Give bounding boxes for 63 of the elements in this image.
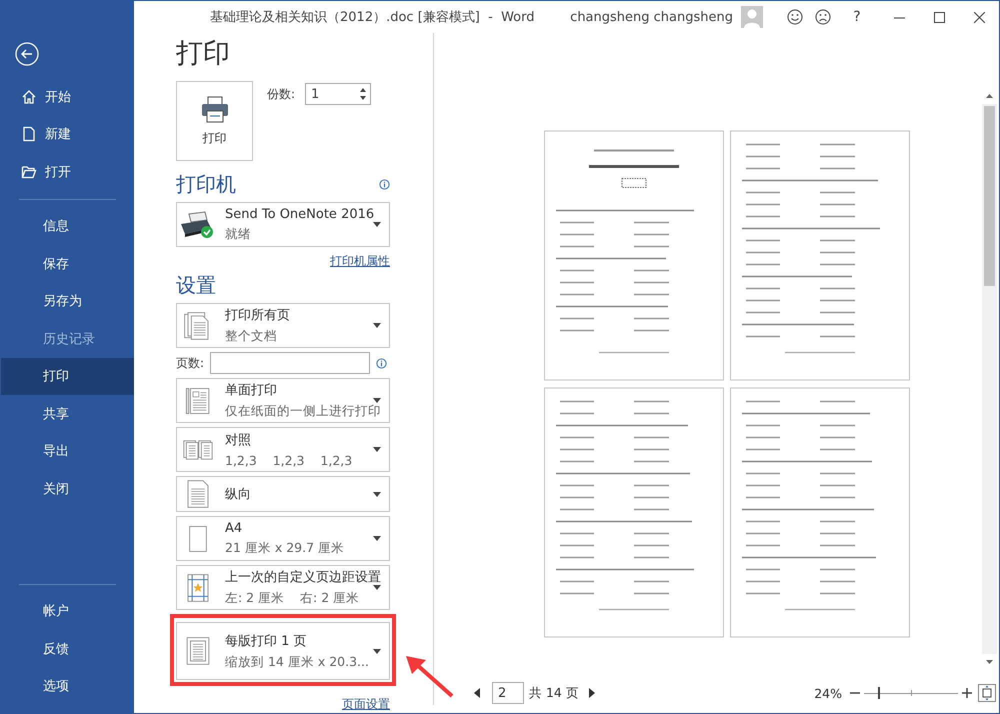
settings-dropdown[interactable]: 对照 1,2,3 1,2,3 1,2,3 xyxy=(176,427,390,472)
sidebar-item[interactable]: 帐户 xyxy=(1,592,134,630)
settings-dropdown[interactable]: 单面打印 仅在纸面的一侧上进行打印 xyxy=(176,378,390,423)
document-icon xyxy=(21,126,37,142)
pages-input-field[interactable] xyxy=(210,352,370,374)
sidebar-item[interactable]: 新建 xyxy=(45,125,71,144)
back-icon[interactable] xyxy=(15,42,39,66)
zoom-to-page-icon[interactable] xyxy=(978,684,996,702)
sidebar-item[interactable]: 反馈 xyxy=(1,630,134,668)
sidebar-item[interactable]: 打开 xyxy=(45,162,71,181)
print-button[interactable]: 打印 xyxy=(176,81,253,161)
zoom-slider[interactable] xyxy=(864,687,958,699)
settings-dropdown[interactable]: 打印所有页 整个文档 xyxy=(176,303,390,348)
next-page-icon[interactable] xyxy=(588,688,595,698)
settings-heading: 设置 xyxy=(176,272,217,299)
sidebar-item[interactable]: 打印 xyxy=(1,358,134,395)
printer-icon xyxy=(200,96,230,124)
zoom-in-icon[interactable] xyxy=(962,688,972,698)
printer-properties-link[interactable]: 打印机属性 xyxy=(330,253,390,270)
sidebar-item[interactable]: 信息 xyxy=(1,208,134,245)
dropdown-caret-icon xyxy=(373,323,381,328)
settings-dropdown[interactable]: 每版打印 1 页 缩放到 14 厘米 x 20.3... xyxy=(176,622,390,680)
zoom-percent: 24% xyxy=(814,686,842,700)
printer-heading: 打印机 xyxy=(176,171,236,198)
dropdown-caret-icon xyxy=(373,585,381,590)
printer-dropdown[interactable]: Send To OneNote 2016 就绪 xyxy=(176,202,390,247)
settings-dropdown[interactable]: A4 21 厘米 x 29.7 厘米 xyxy=(176,516,390,561)
smiley-icon[interactable] xyxy=(787,9,803,25)
dropdown-caret-icon xyxy=(373,222,381,227)
sidebar-item[interactable]: 另存为 xyxy=(1,282,134,320)
dropdown-caret-icon xyxy=(373,492,381,496)
page-total: 共 14 页 xyxy=(529,684,579,702)
copies-spinner[interactable]: 1 xyxy=(305,83,372,105)
folder-icon xyxy=(21,164,37,180)
page-number-field[interactable]: 2 xyxy=(492,682,524,704)
sidebar-item[interactable]: 选项 xyxy=(1,668,134,705)
pages-label: 页数: xyxy=(176,354,204,372)
sidebar-item[interactable]: 共享 xyxy=(1,395,134,432)
help-button[interactable]: ? xyxy=(843,9,871,25)
printer-ready-icon xyxy=(179,210,215,240)
copies-label: 份数: xyxy=(267,86,296,102)
close-icon[interactable] xyxy=(974,12,984,22)
home-icon xyxy=(21,88,37,105)
page-heading: 打印 xyxy=(176,37,231,71)
settings-dropdown[interactable]: 上一次的自定义页边距设置 左: 2 厘米 右: 2 厘米 xyxy=(176,565,390,610)
info-icon[interactable] xyxy=(379,179,390,190)
sidebar-item[interactable]: 保存 xyxy=(1,245,134,282)
settings-dropdown[interactable]: 纵向 xyxy=(176,476,390,512)
page-setup-link[interactable]: 页面设置 xyxy=(342,696,390,713)
user-name[interactable]: changsheng changsheng xyxy=(570,10,733,24)
dropdown-caret-icon xyxy=(373,398,381,403)
window-title: 基础理论及相关知识（2012）.doc [兼容模式] - Word xyxy=(210,9,534,26)
info-icon[interactable] xyxy=(376,358,388,368)
sidebar-item[interactable]: 关闭 xyxy=(1,470,134,508)
scrollbar-track[interactable] xyxy=(982,104,997,654)
sidebar-item[interactable]: 开始 xyxy=(45,88,71,106)
previous-page-icon[interactable] xyxy=(474,688,480,698)
dropdown-caret-icon xyxy=(373,447,381,452)
dropdown-caret-icon xyxy=(373,648,381,654)
frown-icon[interactable] xyxy=(815,9,831,25)
sidebar-item[interactable]: 导出 xyxy=(1,432,134,470)
maximize-icon[interactable] xyxy=(934,12,944,22)
dropdown-caret-icon xyxy=(373,536,381,541)
